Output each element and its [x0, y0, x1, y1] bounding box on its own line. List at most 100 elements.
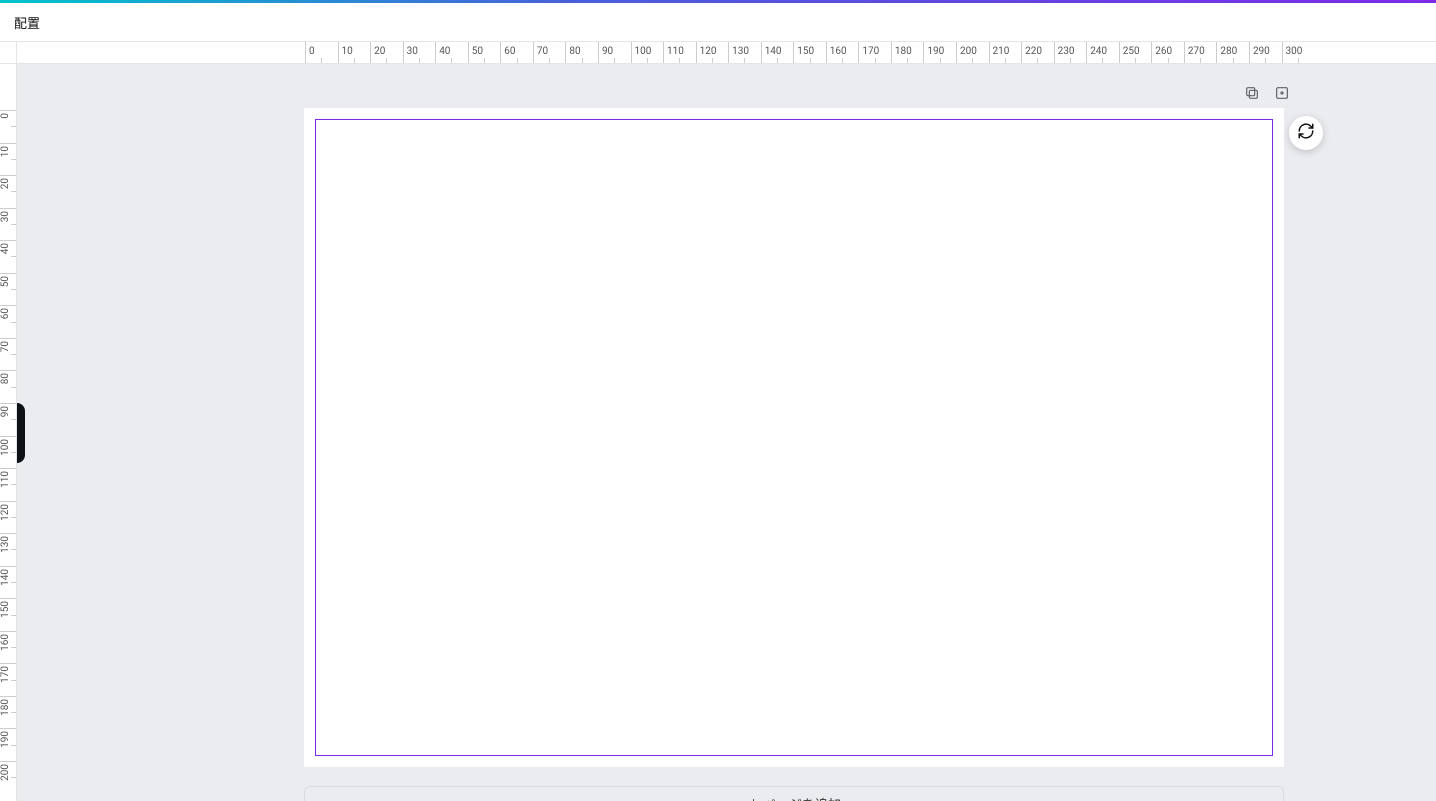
ruler-h-minor [386, 58, 387, 63]
side-panel-handle[interactable] [17, 403, 25, 463]
ruler-h-minor [1168, 58, 1169, 63]
ruler-h-minor [679, 58, 680, 63]
margin-guide [315, 119, 1273, 756]
ruler-v-tick: 110 [0, 468, 16, 469]
ruler-h-tick: 160 [826, 42, 827, 63]
ruler-h-minor [712, 58, 713, 63]
ruler-v-minor [11, 680, 16, 681]
ruler-h-minor [810, 58, 811, 63]
ruler-v-tick: 70 [0, 338, 16, 339]
ruler-h-tick: 40 [435, 42, 436, 63]
ruler-v-minor [11, 256, 16, 257]
ruler-h-tick: 130 [728, 42, 729, 63]
ruler-h-tick: 80 [565, 42, 566, 63]
ruler-v-minor [11, 517, 16, 518]
ruler-v-tick: 190 [0, 728, 16, 729]
ruler-v-tick: 200 [0, 761, 16, 762]
ruler-v-minor [11, 582, 16, 583]
ruler-h-minor [1005, 58, 1006, 63]
add-page-button[interactable] [1273, 86, 1291, 104]
ruler-v-tick: 140 [0, 566, 16, 567]
ruler-h-minor [1265, 58, 1266, 63]
ruler-h-minor [940, 58, 941, 63]
ruler-h-tick: 110 [663, 42, 664, 63]
page-surface[interactable] [304, 108, 1284, 767]
ruler-v-minor [11, 452, 16, 453]
duplicate-page-button[interactable] [1243, 86, 1261, 104]
ruler-h-tick: 230 [1054, 42, 1055, 63]
ruler-h-tick: 290 [1249, 42, 1250, 63]
ruler-v-tick: 100 [0, 436, 16, 437]
ruler-v-tick: 130 [0, 533, 16, 534]
ruler-v-tick: 180 [0, 696, 16, 697]
ruler-h-minor [321, 58, 322, 63]
ruler-h-tick: 140 [761, 42, 762, 63]
ruler-h-minor [1135, 58, 1136, 63]
ruler-h-tick: 170 [858, 42, 859, 63]
add-page-label: ＋ ページを追加 [747, 794, 841, 801]
ruler-h-tick: 200 [956, 42, 957, 63]
ruler-v-minor [11, 322, 16, 323]
ruler-v-minor [11, 777, 16, 778]
ruler-h-minor [354, 58, 355, 63]
ruler-v-minor [11, 354, 16, 355]
ruler-h-minor [1102, 58, 1103, 63]
canvas-page[interactable] [304, 108, 1284, 767]
ruler-v-minor [11, 484, 16, 485]
ruler-v-minor [11, 387, 16, 388]
ruler-h-minor [1298, 58, 1299, 63]
ruler-h-tick: 70 [533, 42, 534, 63]
ruler-h-minor [1037, 58, 1038, 63]
ruler-h-minor [451, 58, 452, 63]
ruler-v-tick: 30 [0, 208, 16, 209]
ruler-v-minor [11, 289, 16, 290]
refresh-icon [1297, 122, 1315, 144]
ruler-h-tick: 90 [598, 42, 599, 63]
ruler-h-tick: 260 [1151, 42, 1152, 63]
ruler-v-minor [11, 745, 16, 746]
ruler-h-tick: 300 [1282, 42, 1283, 63]
ruler-h-minor [647, 58, 648, 63]
ruler-h-minor [907, 58, 908, 63]
ruler-h-minor [1070, 58, 1071, 63]
ruler-v-minor [11, 647, 16, 648]
page-actions [1243, 86, 1291, 104]
ruler-h-minor [484, 58, 485, 63]
ruler-horizontal[interactable]: 0102030405060708090100110120130140150160… [17, 42, 1436, 64]
ruler-h-tick: 120 [696, 42, 697, 63]
ruler-v-tick: 170 [0, 663, 16, 664]
add-page-icon [1274, 85, 1290, 105]
ruler-h-minor [777, 58, 778, 63]
regenerate-button[interactable] [1289, 116, 1323, 150]
ruler-v-minor [11, 126, 16, 127]
ruler-h-minor [614, 58, 615, 63]
ruler-h-tick: 280 [1216, 42, 1217, 63]
ruler-h-tick: 220 [1021, 42, 1022, 63]
layout-button[interactable]: 配置 [10, 7, 44, 38]
ruler-v-tick: 40 [0, 240, 16, 241]
ruler-vertical[interactable]: 0102030405060708090100110120130140150160… [0, 64, 17, 801]
ruler-h-minor [842, 58, 843, 63]
ruler-h-tick: 10 [338, 42, 339, 63]
ruler-v-tick: 160 [0, 631, 16, 632]
ruler-corner [0, 42, 17, 64]
ruler-v-tick: 150 [0, 598, 16, 599]
workspace[interactable]: ＋ ページを追加 [17, 64, 1436, 801]
ruler-h-tick: 270 [1184, 42, 1185, 63]
ruler-h-minor [1233, 58, 1234, 63]
ruler-h-tick: 180 [891, 42, 892, 63]
ruler-h-tick: 250 [1119, 42, 1120, 63]
ruler-v-minor [11, 615, 16, 616]
add-page-bar[interactable]: ＋ ページを追加 [304, 786, 1284, 801]
ruler-v-minor [11, 224, 16, 225]
ruler-v-tick: 80 [0, 370, 16, 371]
ruler-h-minor [549, 58, 550, 63]
ruler-h-minor [744, 58, 745, 63]
ruler-h-tick: 20 [370, 42, 371, 63]
ruler-h-tick: 30 [403, 42, 404, 63]
copy-icon [1244, 85, 1260, 105]
ruler-v-tick: 60 [0, 305, 16, 306]
ruler-h-tick: 190 [923, 42, 924, 63]
ruler-v-tick: 20 [0, 175, 16, 176]
ruler-h-minor [972, 58, 973, 63]
